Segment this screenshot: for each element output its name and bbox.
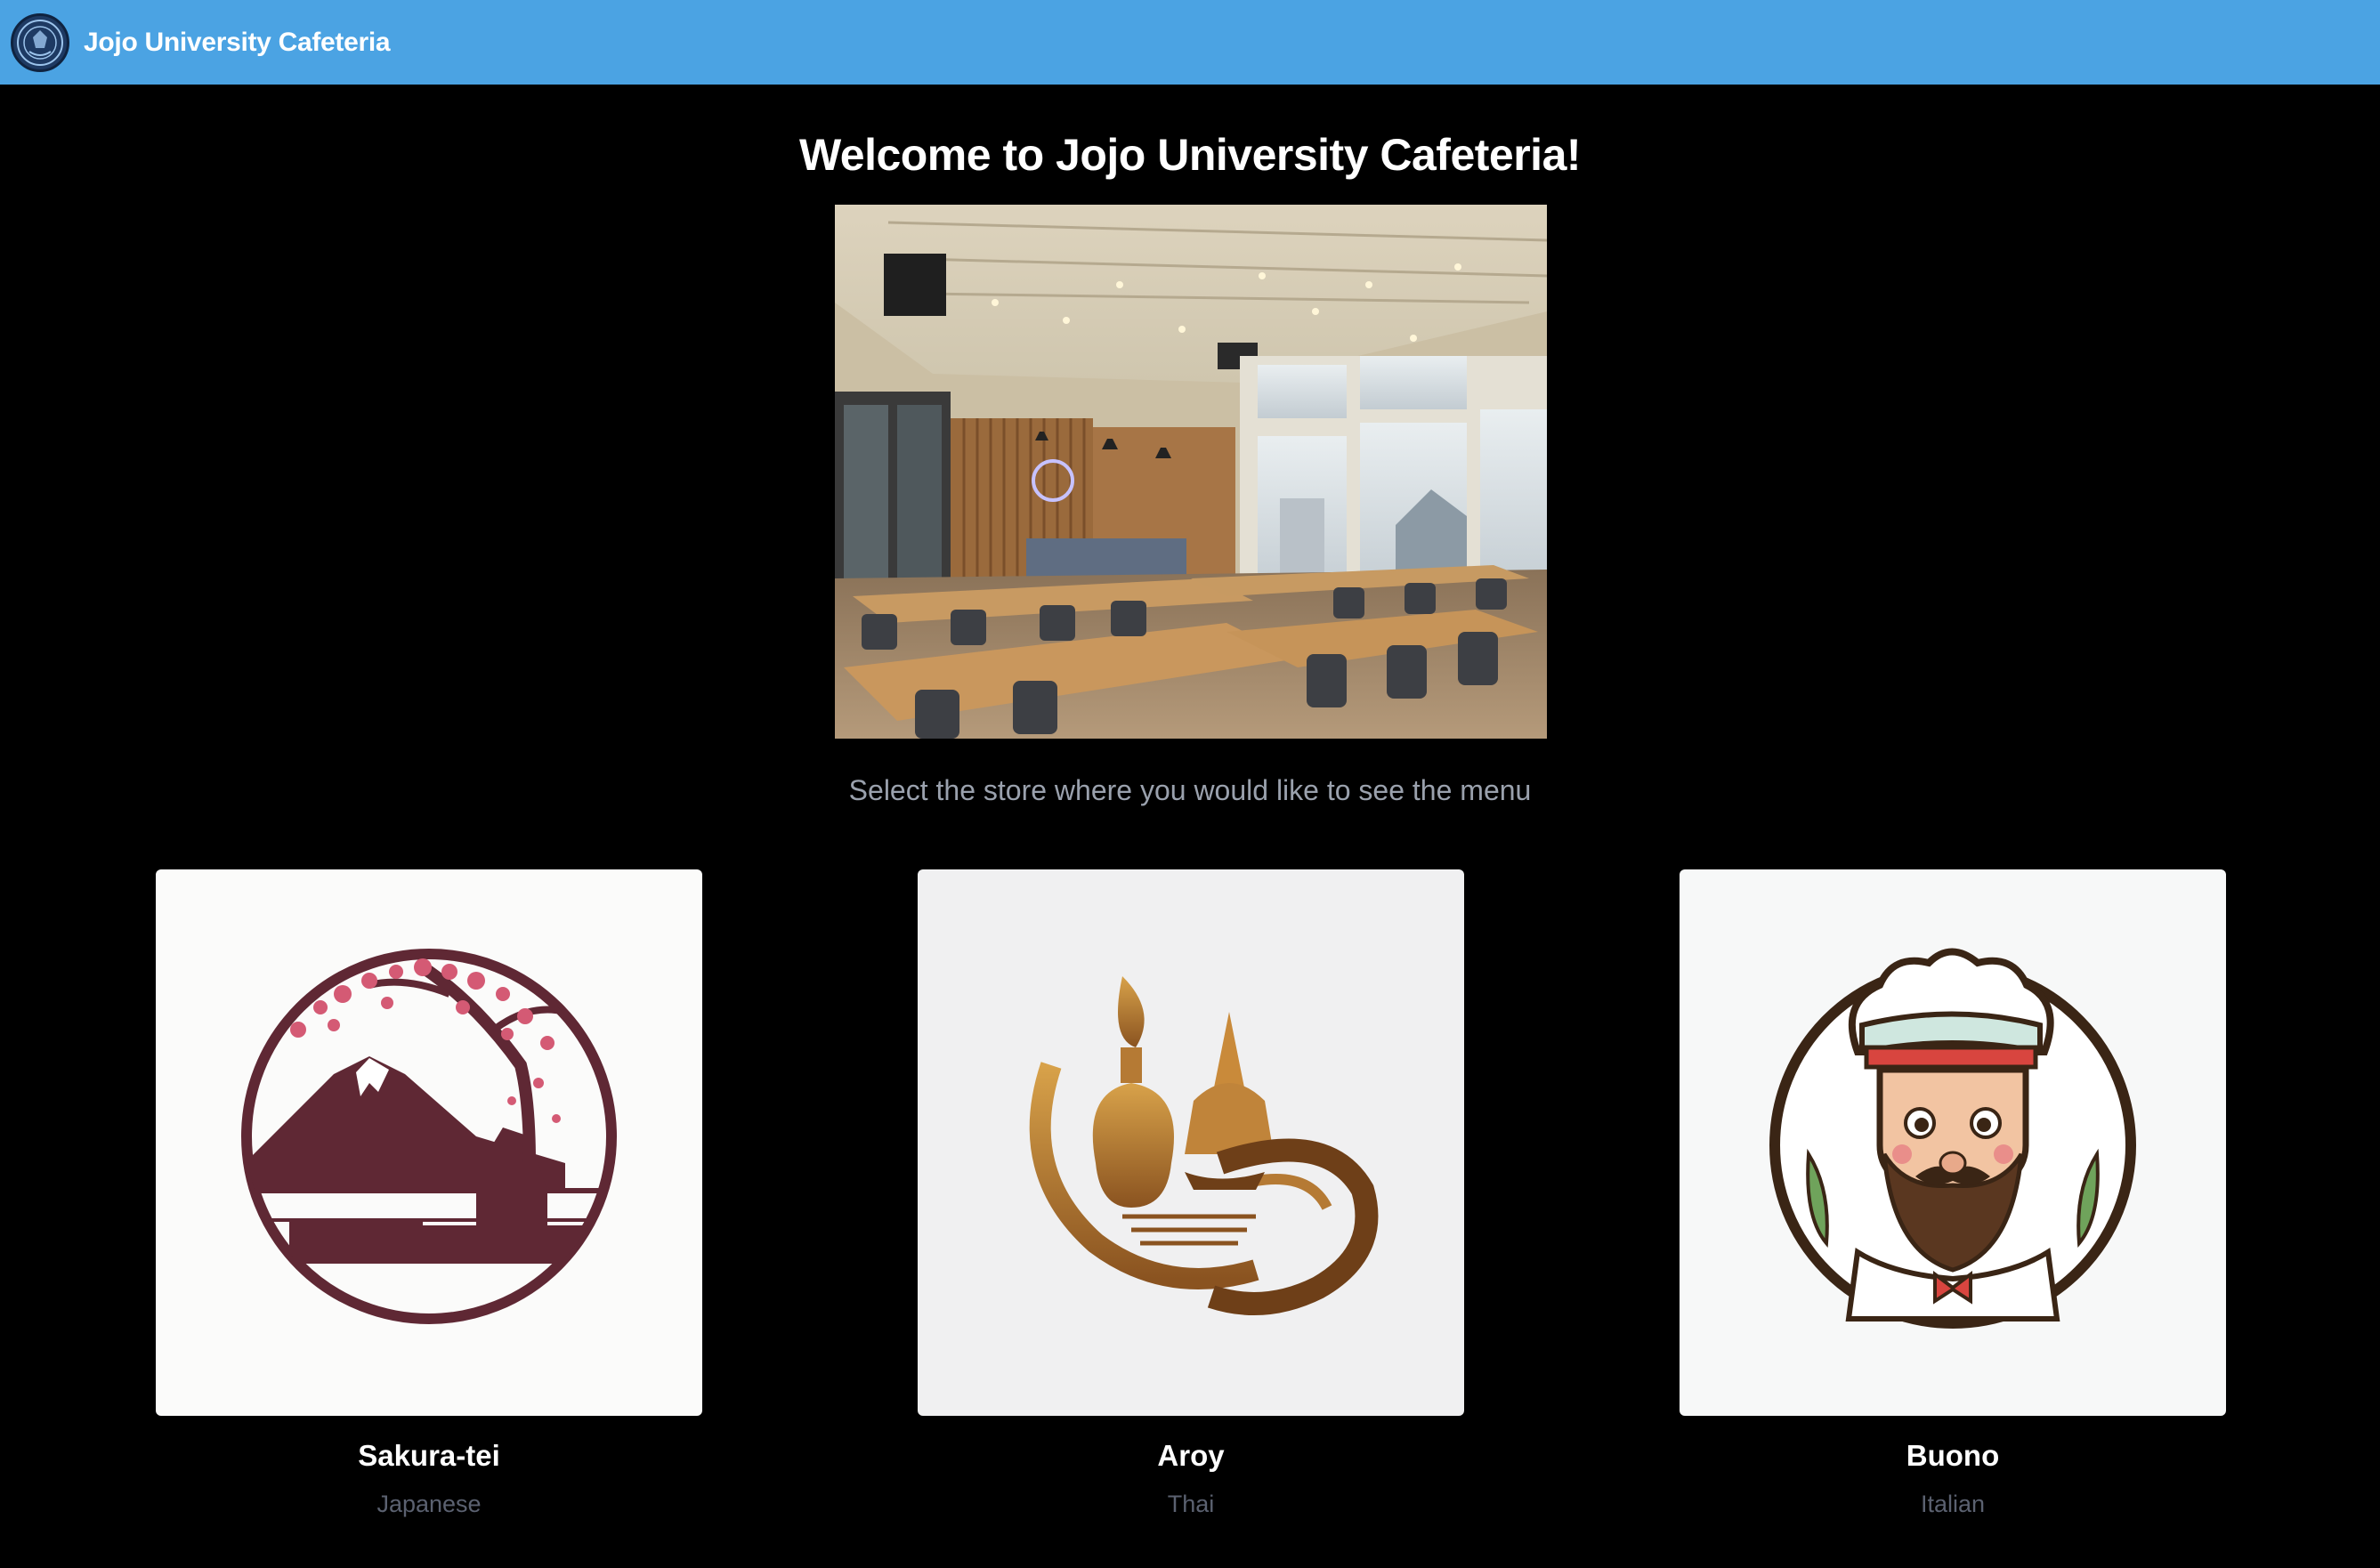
store-select-prompt: Select the store where you would like to… bbox=[848, 774, 1532, 806]
store-cuisine: Japanese bbox=[376, 1491, 482, 1517]
store-cuisine: Thai bbox=[1167, 1491, 1215, 1517]
store-card-buono[interactable]: Buono Italian bbox=[1680, 869, 2226, 1518]
top-navbar: Jojo University Cafeteria bbox=[0, 0, 2380, 85]
buono-logo-icon[interactable] bbox=[1680, 869, 2226, 1416]
store-cuisine: Italian bbox=[1920, 1491, 1986, 1517]
store-name[interactable]: Buono bbox=[1680, 1439, 2226, 1473]
sakura-tei-logo-icon[interactable] bbox=[156, 869, 702, 1416]
aroy-logo-icon[interactable] bbox=[918, 869, 1464, 1416]
page-heading: Welcome to Jojo University Cafeteria! bbox=[798, 130, 1582, 180]
store-card-aroy[interactable]: Aroy Thai bbox=[918, 869, 1464, 1518]
cafeteria-hero-image bbox=[835, 205, 1547, 739]
store-name[interactable]: Sakura-tei bbox=[156, 1439, 702, 1473]
store-card-sakura-tei[interactable]: Sakura-tei Japanese bbox=[156, 869, 702, 1518]
university-logo-icon[interactable] bbox=[11, 12, 69, 72]
store-name[interactable]: Aroy bbox=[918, 1439, 1464, 1473]
app-title[interactable]: Jojo University Cafeteria bbox=[84, 28, 391, 58]
